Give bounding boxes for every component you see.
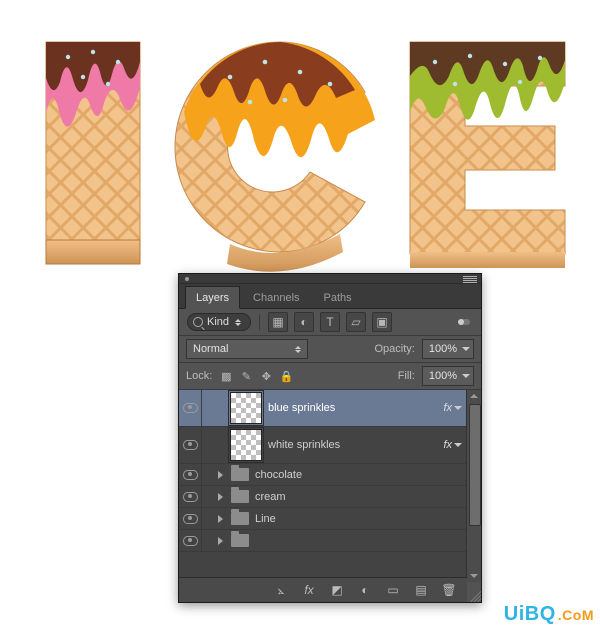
folder-icon bbox=[231, 490, 249, 503]
blend-mode-value: Normal bbox=[193, 343, 228, 355]
disclosure-triangle-icon[interactable] bbox=[218, 493, 223, 501]
vertical-scrollbar[interactable] bbox=[466, 390, 481, 582]
chevron-updown-icon bbox=[293, 346, 303, 353]
link-layers-icon[interactable]: ⦛ bbox=[273, 582, 289, 598]
folder-icon bbox=[231, 534, 249, 547]
folder-icon bbox=[231, 512, 249, 525]
disclosure-triangle-icon[interactable] bbox=[218, 537, 223, 545]
layer-row[interactable] bbox=[179, 530, 466, 552]
layers-bottom-bar: ⦛ fx ◩ ◐ ▭ ▤ 🗑 bbox=[179, 577, 467, 602]
separator bbox=[259, 314, 260, 330]
resize-grip-icon[interactable] bbox=[467, 588, 481, 602]
layer-row[interactable]: white sprinkles fx bbox=[179, 427, 466, 464]
tab-paths[interactable]: Paths bbox=[313, 286, 363, 308]
glyph-c bbox=[170, 22, 380, 272]
panel-tabs: Layers Channels Paths bbox=[179, 284, 481, 309]
filter-type-icon[interactable]: T bbox=[320, 312, 340, 332]
layer-row[interactable]: Line bbox=[179, 508, 466, 530]
lock-all-icon[interactable]: 🔒 bbox=[279, 369, 293, 383]
opacity-value: 100% bbox=[429, 343, 457, 355]
chevron-updown-icon bbox=[233, 319, 243, 326]
folder-icon bbox=[231, 468, 249, 481]
filter-shape-icon[interactable]: ▱ bbox=[346, 312, 366, 332]
filter-smart-icon[interactable]: ▣ bbox=[372, 312, 392, 332]
layer-thumbnail[interactable] bbox=[230, 429, 262, 461]
layer-name[interactable]: chocolate bbox=[255, 469, 462, 481]
blend-mode-dropdown[interactable]: Normal bbox=[186, 339, 308, 359]
filter-kind-dropdown[interactable]: Kind bbox=[187, 313, 251, 331]
layer-style-icon[interactable]: fx bbox=[301, 582, 317, 598]
layer-row[interactable]: blue sprinkles fx bbox=[179, 390, 466, 427]
chevron-down-icon bbox=[462, 347, 470, 351]
visibility-eye-icon[interactable] bbox=[183, 470, 198, 480]
tab-channels[interactable]: Channels bbox=[242, 286, 310, 308]
filter-pixel-icon[interactable]: ▦ bbox=[268, 312, 288, 332]
blend-opacity-row: Normal Opacity: 100% bbox=[179, 336, 481, 363]
layer-row[interactable]: chocolate bbox=[179, 464, 466, 486]
lock-label: Lock: bbox=[186, 370, 212, 382]
panel-titlebar[interactable] bbox=[179, 274, 481, 284]
layer-mask-icon[interactable]: ◩ bbox=[329, 582, 345, 598]
layer-thumbnail[interactable] bbox=[230, 392, 262, 424]
layer-filter-row: Kind ▦ ◐ T ▱ ▣ bbox=[179, 309, 481, 336]
watermark: UiBQ .CoM bbox=[504, 603, 594, 626]
layer-row[interactable]: cream bbox=[179, 486, 466, 508]
fill-label: Fill: bbox=[398, 370, 415, 382]
layer-fx-indicator[interactable]: fx bbox=[443, 439, 462, 451]
disclosure-triangle-icon[interactable] bbox=[218, 471, 223, 479]
layer-name[interactable]: blue sprinkles bbox=[268, 402, 443, 414]
visibility-eye-icon[interactable] bbox=[183, 403, 198, 413]
search-icon bbox=[193, 317, 203, 327]
collapse-dot-icon bbox=[185, 277, 189, 281]
visibility-eye-icon[interactable] bbox=[183, 492, 198, 502]
delete-layer-icon[interactable]: 🗑 bbox=[441, 582, 457, 598]
glyph-i bbox=[38, 22, 148, 272]
scroll-down-icon[interactable] bbox=[467, 570, 481, 582]
lock-transparent-icon[interactable]: ▩ bbox=[219, 369, 233, 383]
layer-name[interactable]: Line bbox=[255, 513, 462, 525]
opacity-label: Opacity: bbox=[375, 343, 415, 355]
layer-name[interactable]: white sprinkles bbox=[268, 439, 443, 451]
lock-position-icon[interactable]: ✥ bbox=[259, 369, 273, 383]
layers-panel: Layers Channels Paths Kind ▦ ◐ T ▱ ▣ Nor… bbox=[178, 273, 482, 603]
layer-fx-indicator[interactable]: fx bbox=[443, 402, 462, 414]
chevron-down-icon bbox=[454, 443, 462, 447]
filter-toggle-switch-icon[interactable] bbox=[455, 313, 473, 331]
watermark-suffix: .CoM bbox=[558, 607, 594, 623]
visibility-eye-icon[interactable] bbox=[183, 536, 198, 546]
new-group-icon[interactable]: ▭ bbox=[385, 582, 401, 598]
filter-adjustment-icon[interactable]: ◐ bbox=[294, 312, 314, 332]
watermark-brand: UiBQ bbox=[504, 603, 556, 626]
artwork-preview bbox=[0, 0, 600, 290]
opacity-input[interactable]: 100% bbox=[422, 339, 474, 359]
panel-menu-icon[interactable] bbox=[463, 276, 477, 283]
fill-value: 100% bbox=[429, 370, 457, 382]
fill-input[interactable]: 100% bbox=[422, 366, 474, 386]
filter-kind-label: Kind bbox=[207, 316, 229, 328]
glyph-e bbox=[400, 22, 575, 272]
layer-name[interactable]: cream bbox=[255, 491, 462, 503]
chevron-down-icon bbox=[454, 406, 462, 410]
new-adjustment-icon[interactable]: ◐ bbox=[357, 582, 373, 598]
visibility-eye-icon[interactable] bbox=[183, 440, 198, 450]
new-layer-icon[interactable]: ▤ bbox=[413, 582, 429, 598]
tab-layers[interactable]: Layers bbox=[185, 286, 240, 309]
scroll-up-icon[interactable] bbox=[467, 390, 481, 402]
scroll-thumb[interactable] bbox=[469, 404, 481, 526]
lock-fill-row: Lock: ▩ ✎ ✥ 🔒 Fill: 100% bbox=[179, 363, 481, 390]
disclosure-triangle-icon[interactable] bbox=[218, 515, 223, 523]
visibility-eye-icon[interactable] bbox=[183, 514, 198, 524]
chevron-down-icon bbox=[462, 374, 470, 378]
lock-image-icon[interactable]: ✎ bbox=[239, 369, 253, 383]
layers-list: blue sprinkles fx white sprinkles fx bbox=[179, 390, 481, 582]
